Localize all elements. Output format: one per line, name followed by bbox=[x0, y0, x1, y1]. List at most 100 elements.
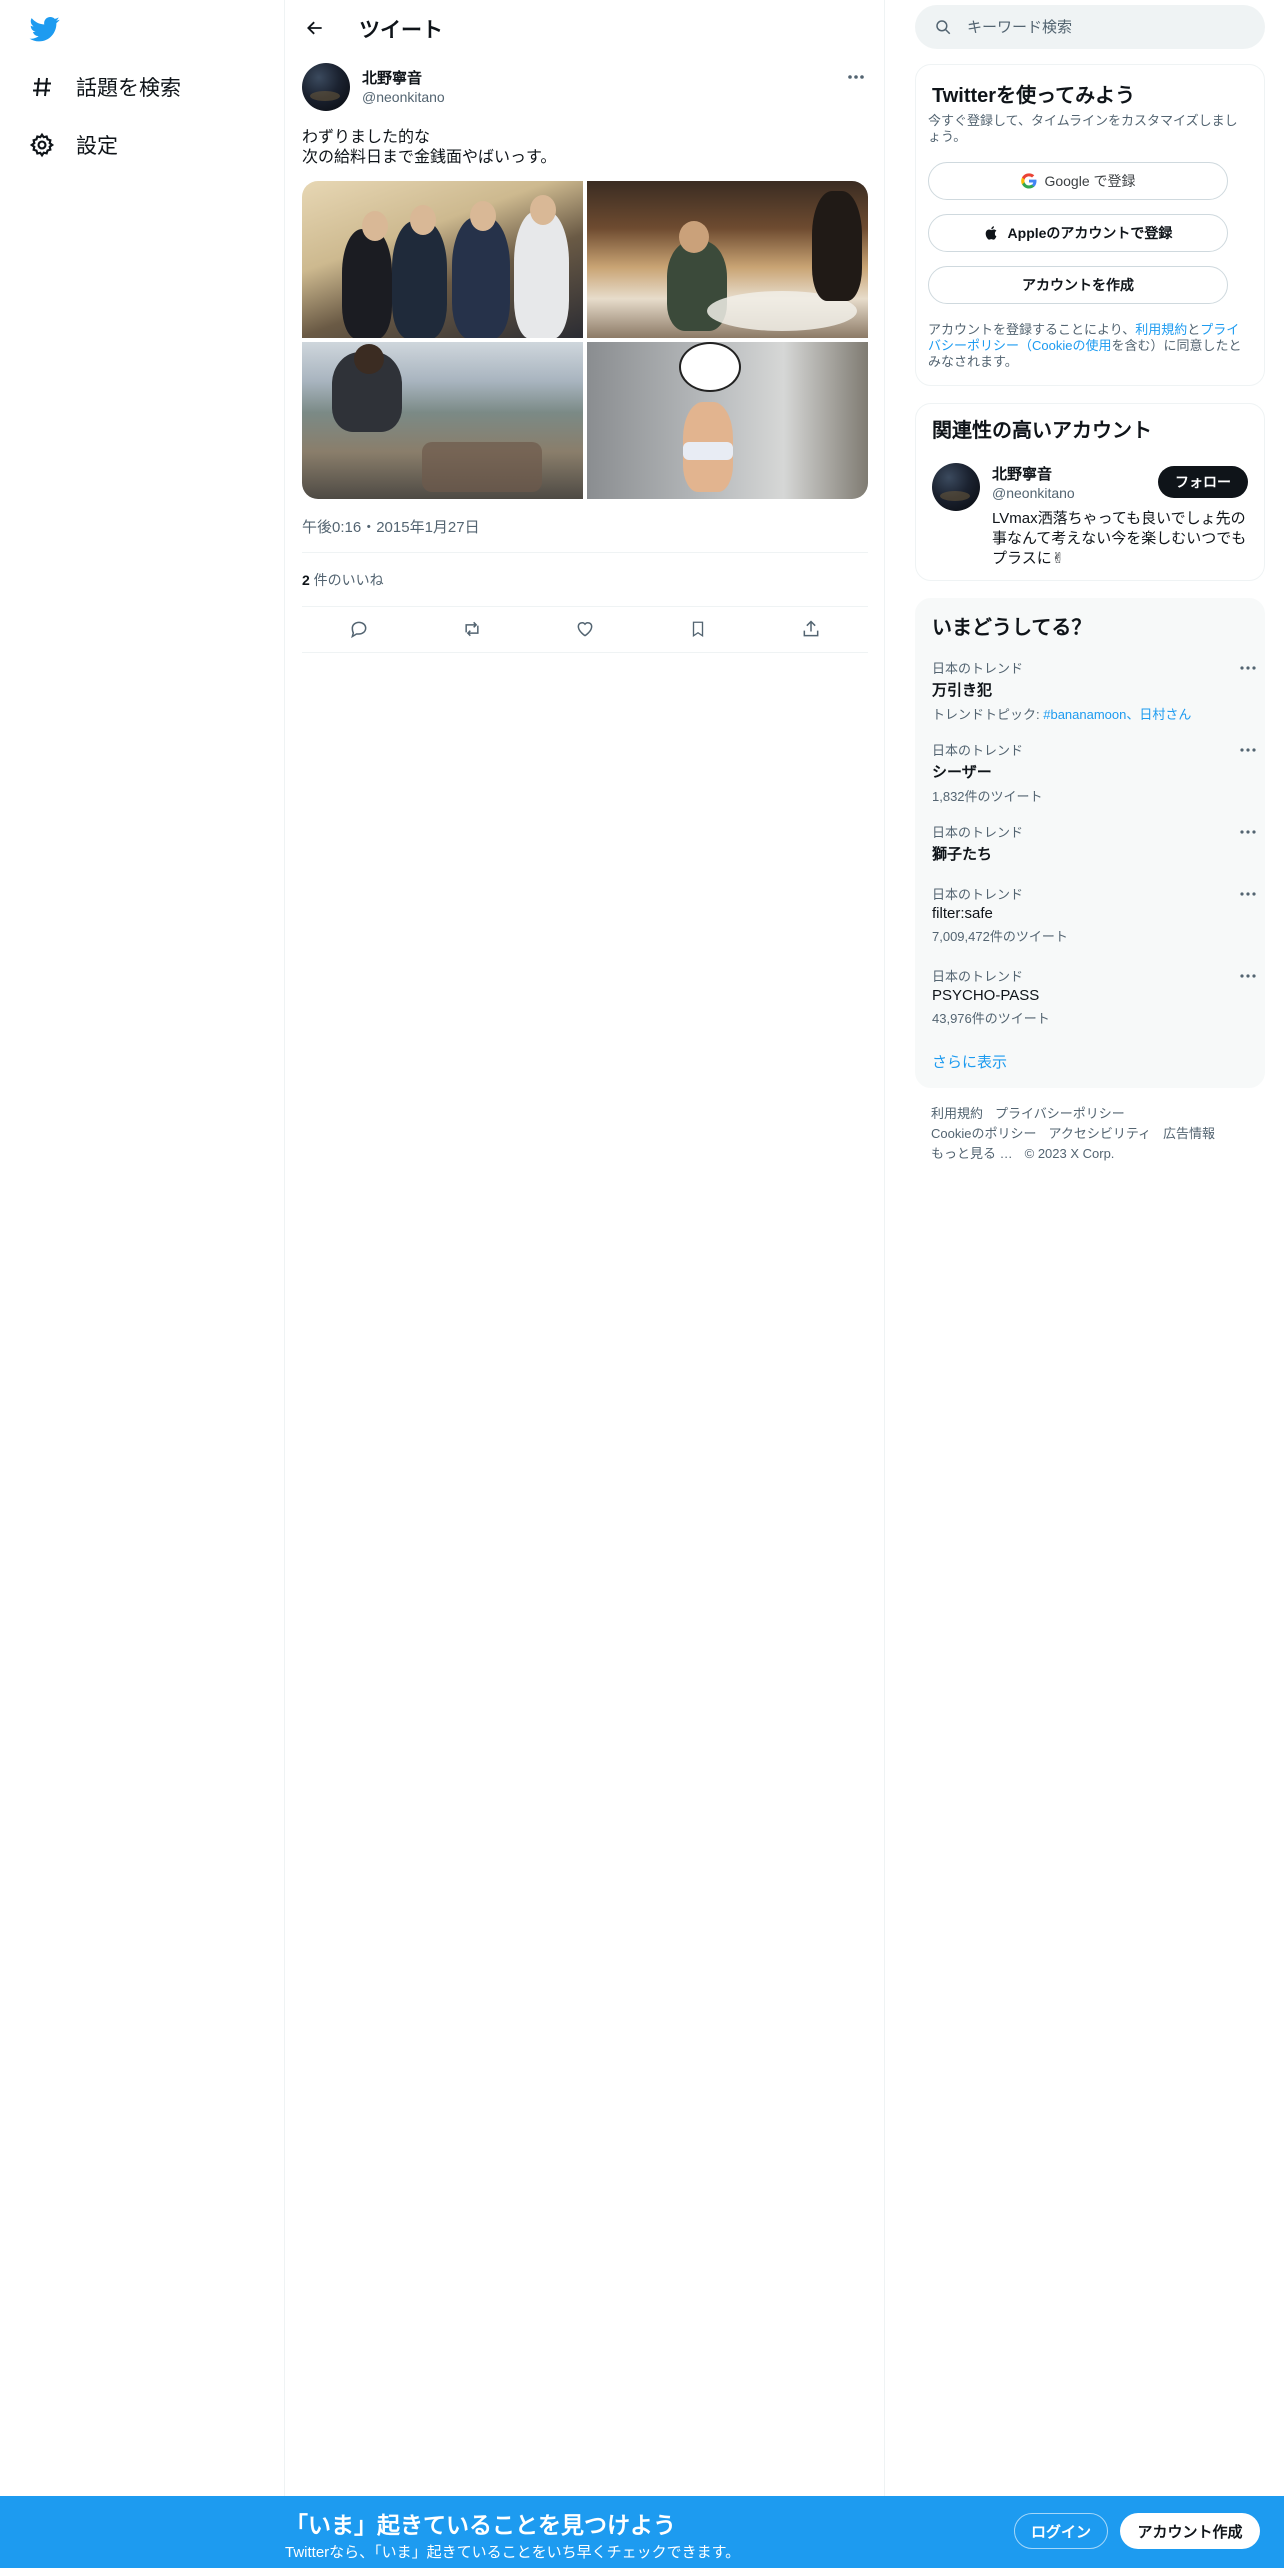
trends-card: いまどうしてる？ 日本のトレンド 万引き犯 トレンドトピック: #bananam… bbox=[915, 598, 1265, 1088]
trend-context: 日本のトレンド bbox=[932, 661, 1024, 676]
left-nav: 話題を検索 設定 bbox=[0, 0, 285, 2568]
divider bbox=[302, 606, 868, 607]
trend-item[interactable]: 日本のトレンド 万引き犯 トレンドトピック: #bananamoon、日村さん bbox=[932, 658, 1256, 723]
divider bbox=[302, 552, 868, 553]
footer-link-privacy[interactable]: プライバシーポリシー bbox=[995, 1106, 1125, 1121]
more-options-icon[interactable] bbox=[1238, 884, 1258, 904]
right-sidebar: Twitterを使ってみよう 今すぐ登録して、タイムラインをカスタマイズしましょ… bbox=[885, 0, 1284, 2568]
terms-text: （ bbox=[1019, 338, 1033, 353]
trend-item[interactable]: 日本のトレンド filter:safe 7,009,472件のツイート bbox=[932, 884, 1256, 945]
footer-link-cookie[interactable]: Cookieのポリシー bbox=[931, 1126, 1036, 1141]
tweet-timestamp[interactable]: 午後0:16・2015年1月27日 bbox=[302, 516, 480, 537]
trend-meta-prefix: トレンドトピック: bbox=[932, 707, 1044, 722]
tweet-photo[interactable] bbox=[587, 342, 868, 499]
signup-terms: アカウントを登録することにより、利用規約とプライバシーポリシー（Cookieの使… bbox=[928, 322, 1250, 370]
more-options-icon[interactable] bbox=[1238, 822, 1258, 842]
signup-title: Twitterを使ってみよう bbox=[932, 85, 1136, 107]
tweet-text: わずりました的な 次の給料日まで金銭面やばいっす。 bbox=[302, 128, 556, 168]
cookie-link[interactable]: Cookieの使用 bbox=[1032, 338, 1111, 353]
nav-settings-label: 設定 bbox=[76, 135, 118, 158]
google-logo-icon bbox=[1020, 172, 1038, 190]
bottom-signup-bar: 「いま」起きていることを見つけよう Twitterなら、「いま」起きていることを… bbox=[0, 2496, 1284, 2568]
related-title: 関連性の高いアカウント bbox=[932, 420, 1152, 442]
more-options-icon[interactable] bbox=[1238, 740, 1258, 760]
more-options-icon[interactable] bbox=[1238, 966, 1258, 986]
trend-context: 日本のトレンド bbox=[932, 743, 1024, 758]
trend-context: 日本のトレンド bbox=[932, 969, 1024, 984]
tweet-photo[interactable] bbox=[302, 181, 583, 338]
trend-meta: トレンドトピック: #bananamoon、日村さん bbox=[932, 704, 1252, 723]
gear-icon bbox=[28, 131, 56, 159]
share-icon[interactable] bbox=[794, 612, 828, 646]
trend-meta: 43,976件のツイート bbox=[932, 1011, 1050, 1026]
retweet-icon[interactable] bbox=[455, 612, 489, 646]
trend-meta: 7,009,472件のツイート bbox=[932, 929, 1068, 944]
search-icon bbox=[933, 17, 953, 37]
signup-card: Twitterを使ってみよう 今すぐ登録して、タイムラインをカスタマイズしましょ… bbox=[915, 64, 1265, 386]
trend-topic-link[interactable]: #bananamoon、日村さん bbox=[1043, 707, 1191, 722]
signup-subtitle: 今すぐ登録して、タイムラインをカスタマイズしましょう。 bbox=[928, 113, 1238, 144]
trend-item[interactable]: 日本のトレンド PSYCHO-PASS 43,976件のツイート bbox=[932, 966, 1256, 1027]
trends-title: いまどうしてる？ bbox=[932, 617, 1092, 639]
follow-button[interactable]: フォロー bbox=[1158, 466, 1248, 498]
twitter-logo-icon[interactable] bbox=[28, 14, 62, 44]
trend-meta: 1,832件のツイート bbox=[932, 789, 1043, 804]
tweet-photo[interactable] bbox=[587, 181, 868, 338]
related-bio: LVmax洒落ちゃっても良いでしょ先の事なんて考えない今を楽しむいつでもプラスに… bbox=[992, 510, 1247, 567]
bottom-bar-subtitle: Twitterなら、「いま」起きていることをいち早くチェックできます。 bbox=[285, 2544, 741, 2561]
more-options-icon[interactable] bbox=[1238, 658, 1258, 678]
more-options-icon[interactable] bbox=[844, 65, 868, 89]
apple-logo-icon bbox=[984, 224, 1002, 242]
footer-link-accessibility[interactable]: アクセシビリティ bbox=[1048, 1126, 1151, 1141]
trend-name: filter:safe bbox=[932, 905, 993, 922]
back-arrow-icon[interactable] bbox=[299, 12, 331, 44]
trend-item[interactable]: 日本のトレンド 獅子たち bbox=[932, 822, 1256, 864]
terms-text: アカウントを登録することにより、 bbox=[928, 322, 1136, 337]
tweet-header: ツイート bbox=[285, 0, 885, 54]
search-input[interactable] bbox=[967, 18, 1247, 36]
avatar[interactable] bbox=[932, 463, 980, 511]
hashtag-icon bbox=[28, 73, 56, 101]
trend-name: 獅子たち bbox=[932, 846, 993, 863]
tweet-actions bbox=[302, 610, 868, 648]
author-name[interactable]: 北野寧音 bbox=[362, 67, 422, 88]
trend-name: PSYCHO-PASS bbox=[932, 987, 1040, 1004]
apple-signup-label: Appleのアカウントで登録 bbox=[1007, 225, 1173, 241]
related-name[interactable]: 北野寧音 bbox=[992, 463, 1052, 484]
nav-settings[interactable]: 設定 bbox=[28, 125, 118, 165]
google-signup-button[interactable]: Google で登録 bbox=[928, 162, 1228, 200]
reply-icon[interactable] bbox=[342, 612, 376, 646]
related-handle[interactable]: @neonkitano bbox=[992, 485, 1075, 501]
signup-button[interactable]: アカウント作成 bbox=[1120, 2513, 1260, 2549]
trend-context: 日本のトレンド bbox=[932, 887, 1024, 902]
create-account-button[interactable]: アカウントを作成 bbox=[928, 266, 1228, 304]
nav-explore[interactable]: 話題を検索 bbox=[28, 67, 181, 107]
footer-link-ads[interactable]: 広告情報 bbox=[1163, 1126, 1215, 1141]
tweet-text-line: わずりました的な bbox=[302, 129, 431, 146]
footer-link-more[interactable]: もっと見る … bbox=[931, 1146, 1013, 1161]
like-heart-icon[interactable] bbox=[568, 612, 602, 646]
bookmark-icon[interactable] bbox=[681, 612, 715, 646]
trend-item[interactable]: 日本のトレンド シーザー 1,832件のツイート bbox=[932, 740, 1256, 805]
trend-name: 万引き犯 bbox=[932, 682, 993, 699]
author-handle[interactable]: @neonkitano bbox=[362, 89, 445, 105]
footer-link-terms[interactable]: 利用規約 bbox=[931, 1106, 983, 1121]
divider bbox=[302, 652, 868, 653]
google-signup-label: Google で登録 bbox=[1044, 173, 1136, 189]
apple-signup-button[interactable]: Appleのアカウントで登録 bbox=[928, 214, 1228, 252]
tweet-photo[interactable] bbox=[302, 342, 583, 499]
terms-text: と bbox=[1187, 322, 1201, 337]
avatar[interactable] bbox=[302, 63, 350, 111]
login-button[interactable]: ログイン bbox=[1014, 2513, 1108, 2549]
search-box[interactable] bbox=[915, 5, 1265, 49]
tweet-author: 北野寧音 @neonkitano bbox=[302, 63, 868, 113]
create-account-label: アカウントを作成 bbox=[1022, 277, 1134, 293]
likes-count[interactable]: 2 件のいいね bbox=[302, 570, 384, 590]
show-more-link[interactable]: さらに表示 bbox=[932, 1051, 1007, 1072]
footer-copyright: © 2023 X Corp. bbox=[1024, 1146, 1115, 1161]
footer-links: 利用規約 プライバシーポリシー Cookieのポリシー アクセシビリティ 広告情報 も… bbox=[931, 1104, 1271, 1164]
terms-link[interactable]: 利用規約 bbox=[1135, 322, 1187, 337]
tweet-column: ツイート 北野寧音 @neonkitano わずりました的な 次の給料日まで金銭… bbox=[285, 0, 885, 2568]
tweet-media-grid bbox=[302, 181, 868, 499]
page-title: ツイート bbox=[359, 19, 443, 42]
